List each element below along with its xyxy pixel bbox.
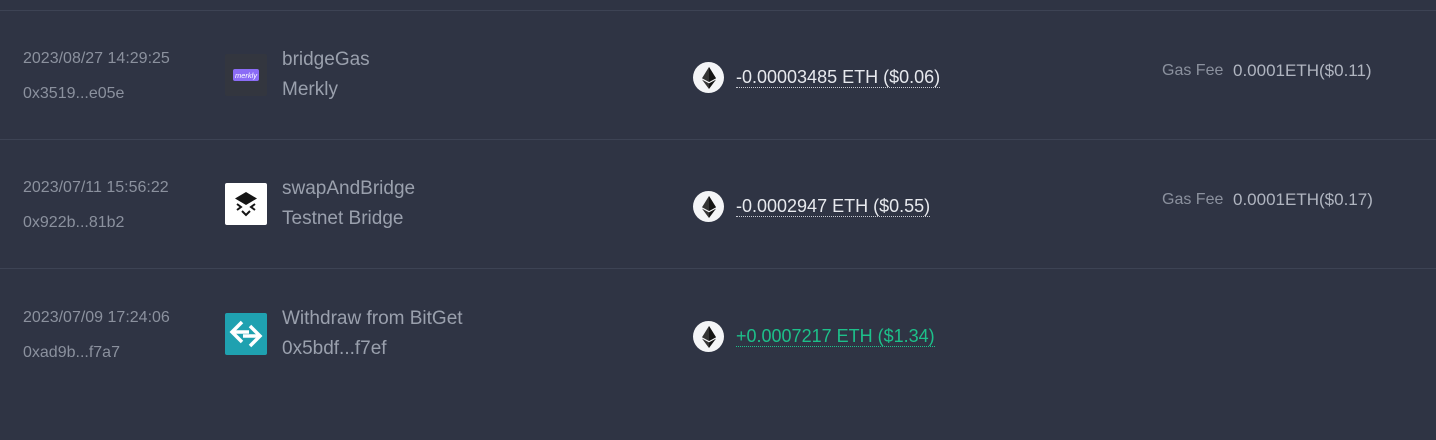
ethereum-icon <box>693 321 724 352</box>
ethereum-icon <box>693 62 724 93</box>
counterparty-name[interactable]: Testnet Bridge <box>282 208 403 230</box>
transaction-date: 2023/07/09 17:24:06 <box>23 309 170 326</box>
gas-fee-label: Gas Fee <box>1162 191 1224 208</box>
counterparty-address[interactable]: 0x5bdf...f7ef <box>282 338 387 360</box>
bitget-logo <box>225 313 267 355</box>
method-name: Withdraw from BitGet <box>282 308 463 329</box>
gas-fee-value: 0.0001ETH($0.17) <box>1233 190 1373 209</box>
transaction-row[interactable]: 2023/07/11 15:56:22 0x922b...81b2 swapAn… <box>0 140 1436 269</box>
ethereum-icon <box>693 191 724 222</box>
transaction-hash-link[interactable]: 0xad9b...f7a7 <box>23 344 120 362</box>
gas-fee-value: 0.0001ETH($0.11) <box>1233 61 1372 80</box>
counterparty-name[interactable]: Merkly <box>282 79 338 101</box>
method-name: bridgeGas <box>282 49 370 70</box>
transaction-hash-link[interactable]: 0x922b...81b2 <box>23 214 124 232</box>
method-name: swapAndBridge <box>282 178 416 199</box>
transaction-date: 2023/07/11 15:56:22 <box>23 179 169 196</box>
transaction-list: 2023/08/27 14:29:25 0x3519...e05e merkly… <box>0 0 1436 440</box>
svg-text:merkly: merkly <box>235 71 258 80</box>
gas-fee-label: Gas Fee <box>1162 62 1224 79</box>
transfer-amount[interactable]: -0.00003485 ETH ($0.06) <box>736 67 941 88</box>
testnet-bridge-logo <box>225 183 267 225</box>
transaction-row[interactable]: 2023/07/09 17:24:06 0xad9b...f7a7 Withdr… <box>0 270 1436 399</box>
transfer-amount[interactable]: -0.0002947 ETH ($0.55) <box>736 196 931 217</box>
transfer-amount[interactable]: +0.0007217 ETH ($1.34) <box>736 326 935 347</box>
transaction-row[interactable]: 2023/08/27 14:29:25 0x3519...e05e merkly… <box>0 11 1436 140</box>
transaction-hash-link[interactable]: 0x3519...e05e <box>23 85 124 103</box>
transaction-date: 2023/08/27 14:29:25 <box>23 50 170 67</box>
merkly-logo: merkly <box>225 54 267 96</box>
